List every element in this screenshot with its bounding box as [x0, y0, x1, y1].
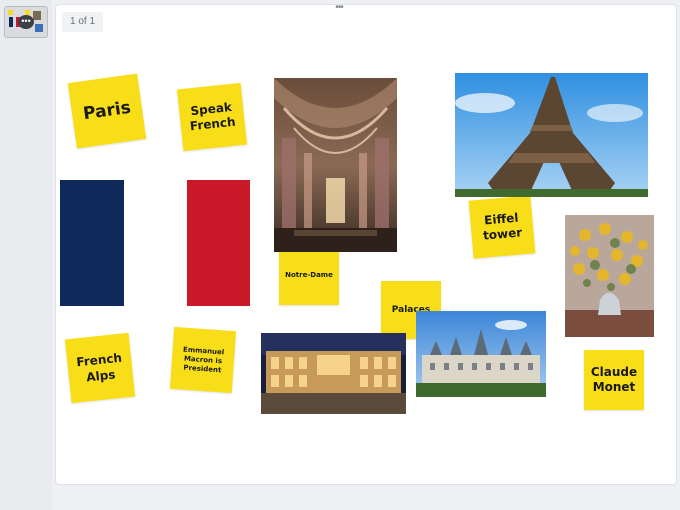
note-macron[interactable]: Emmanuel Macron is President — [169, 326, 237, 394]
note-eiffel-tower[interactable]: Eiffel tower — [468, 195, 536, 259]
note-speak-french[interactable]: Speak French — [176, 82, 248, 152]
flag-blue-panel[interactable] — [60, 180, 124, 306]
drag-handle-icon[interactable]: ••• — [332, 3, 346, 13]
slide-menu-icon[interactable]: ••• — [18, 15, 34, 29]
note-french-alps[interactable]: French Alps — [64, 332, 136, 404]
palace-photo[interactable] — [261, 333, 406, 414]
note-notre-dame[interactable]: Notre-Dame — [279, 245, 339, 305]
page-indicator: 1 of 1 — [62, 12, 104, 32]
slide-thumbnail[interactable]: ••• — [4, 6, 48, 38]
slide-rail — [0, 0, 52, 510]
flower-painting-photo[interactable] — [565, 215, 654, 337]
thumb-photo — [33, 11, 41, 20]
flag-red-panel[interactable] — [187, 180, 250, 306]
note-claude-monet[interactable]: Claude Monet — [584, 350, 644, 410]
cathedral-photo[interactable] — [274, 78, 397, 252]
thumb-note — [8, 10, 13, 15]
eiffel-tower-photo[interactable] — [455, 73, 648, 197]
thumb-flag-blue — [9, 17, 13, 27]
note-paris[interactable]: Paris — [67, 73, 147, 149]
chateau-photo[interactable] — [416, 311, 546, 397]
thumb-photo-2 — [35, 24, 43, 32]
